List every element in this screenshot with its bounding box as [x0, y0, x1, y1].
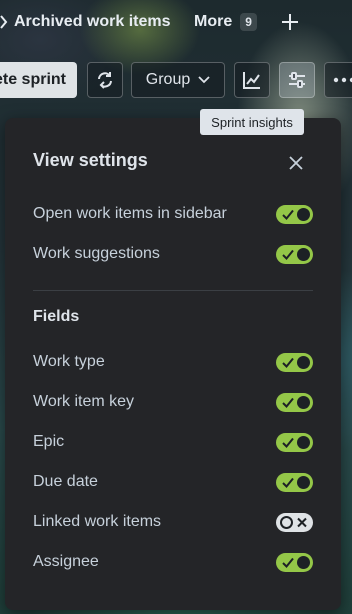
- check-icon: [282, 437, 294, 448]
- setting-label: Open work items in sidebar: [33, 205, 227, 222]
- close-button[interactable]: [285, 152, 307, 174]
- check-icon: [282, 557, 294, 568]
- setting-label: Assignee: [33, 553, 99, 570]
- toggle-linked-work-items[interactable]: [276, 512, 313, 532]
- board-toolbar: ete sprint Group: [0, 62, 352, 100]
- top-tab-bar: Archived work items More 9: [0, 0, 352, 44]
- setting-label: Work item key: [33, 393, 135, 410]
- fields-heading: Fields: [33, 308, 80, 325]
- setting-label: Due date: [33, 473, 98, 490]
- group-dropdown[interactable]: Group: [131, 62, 225, 98]
- toggle-assignee[interactable]: [276, 552, 313, 572]
- sync-button[interactable]: [87, 62, 123, 98]
- setting-row-epic: Epic: [33, 430, 313, 454]
- line-chart-icon: [243, 72, 260, 89]
- cross-icon: [297, 517, 307, 527]
- sprint-insights-tooltip: Sprint insights: [200, 109, 304, 135]
- complete-sprint-button[interactable]: ete sprint: [0, 62, 77, 98]
- close-icon: [289, 156, 303, 170]
- more-tabs-button[interactable]: More 9: [194, 8, 257, 36]
- check-icon: [282, 397, 294, 408]
- more-actions-button[interactable]: [324, 62, 352, 98]
- toggle-work-item-key[interactable]: [276, 392, 313, 412]
- chart-button[interactable]: [234, 62, 270, 98]
- setting-label: Linked work items: [33, 513, 162, 530]
- sprint-insights-button[interactable]: [279, 62, 315, 98]
- panel-title: View settings: [33, 150, 148, 170]
- check-icon: [282, 249, 294, 260]
- setting-row-work-type: Work type: [33, 350, 313, 374]
- sync-icon: [98, 72, 112, 89]
- toggle-work-type[interactable]: [276, 352, 313, 372]
- toggle-epic[interactable]: [276, 432, 313, 452]
- more-label: More: [194, 13, 233, 30]
- group-label: Group: [145, 71, 191, 88]
- setting-label: Epic: [33, 433, 65, 450]
- setting-row-linked-work-items: Linked work items: [33, 510, 313, 534]
- check-icon: [282, 357, 294, 368]
- setting-row-assignee: Assignee: [33, 550, 313, 574]
- setting-label: Work type: [33, 353, 105, 370]
- setting-row-work-suggestions: Work suggestions: [33, 242, 313, 266]
- plus-icon: [282, 14, 298, 30]
- tab-archived-work-items[interactable]: Archived work items: [0, 8, 171, 36]
- tab-archived-label: Archived work items: [14, 13, 171, 30]
- more-count-badge: 9: [240, 13, 257, 31]
- toggle-open-work-items-in-sidebar[interactable]: [276, 204, 313, 224]
- view-settings-panel: View settings Open work items in sidebar…: [5, 118, 341, 610]
- setting-label: Work suggestions: [33, 245, 160, 262]
- ellipsis-icon: [333, 77, 352, 83]
- toggle-due-date[interactable]: [276, 472, 313, 492]
- section-divider: [33, 290, 313, 291]
- toggle-work-suggestions[interactable]: [276, 244, 313, 264]
- sliders-icon: [289, 72, 305, 88]
- tab-edge-icon: [0, 15, 8, 29]
- chevron-down-icon: [198, 76, 210, 84]
- add-tab-button[interactable]: [278, 10, 302, 34]
- check-icon: [282, 209, 294, 220]
- setting-row-open-work-items-in-sidebar: Open work items in sidebar: [33, 202, 313, 226]
- setting-row-due-date: Due date: [33, 470, 313, 494]
- check-icon: [282, 477, 294, 488]
- setting-row-work-item-key: Work item key: [33, 390, 313, 414]
